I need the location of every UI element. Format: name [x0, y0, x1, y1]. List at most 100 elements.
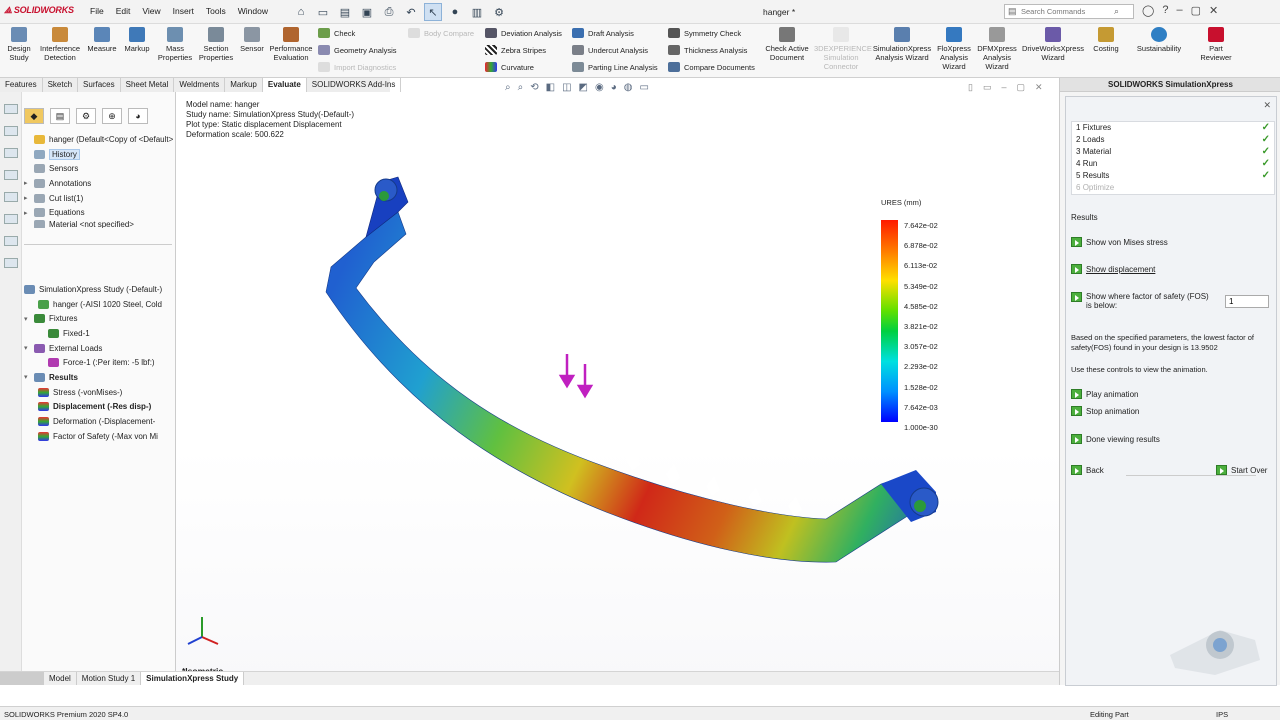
tree-item-stress[interactable]: Stress (-vonMises-) — [24, 385, 162, 400]
configuration-manager-tab-icon[interactable]: ⚙ — [76, 108, 96, 124]
tab-features[interactable]: Features — [0, 78, 43, 92]
tree-item-fixed-1[interactable]: Fixed-1 — [24, 326, 162, 341]
property-manager-tab-icon[interactable]: ▤ — [50, 108, 70, 124]
show-displacement-button[interactable]: Show displacement — [1071, 264, 1155, 274]
import-diagnostics-button[interactable]: Import Diagnostics — [318, 62, 396, 72]
tree-item-force-1[interactable]: Force-1 (:Per item: -5 lbf:) — [24, 355, 162, 370]
user-icon[interactable]: ◯ — [1142, 4, 1154, 17]
tab-simulationxpress-study[interactable]: SimulationXpress Study — [141, 672, 245, 685]
minimize-icon[interactable]: – — [1001, 82, 1006, 93]
tree-item-annotations[interactable]: ▸ Annotations — [24, 176, 173, 191]
maximize-icon[interactable]: ▢ — [1191, 4, 1201, 17]
collapse-arrow-icon[interactable]: ▾ — [24, 315, 34, 323]
section-properties-button[interactable]: Section Properties — [196, 27, 236, 62]
search-commands-input[interactable]: ▤ Search Commands ⌕ — [1004, 4, 1134, 19]
check-button[interactable]: Check — [318, 28, 355, 38]
solidworks-logo[interactable]: ⟁ SOLIDWORKS — [4, 5, 74, 16]
close-icon[interactable]: ✕ — [1209, 4, 1218, 17]
part-reviewer-button[interactable]: Part Reviewer — [1196, 27, 1236, 62]
3dexperience-connector-button[interactable]: 3DEXPERIENCE Simulation Connector — [814, 27, 872, 71]
driveworksxpress-button[interactable]: DriveWorksXpress Wizard — [1020, 27, 1086, 62]
tree-item-fixtures[interactable]: ▾ Fixtures — [24, 311, 162, 326]
panel-toggle-icon[interactable] — [4, 214, 18, 224]
tree-item-cut-list[interactable]: ▸ Cut list(1) — [24, 191, 173, 206]
panel-toggle-icon[interactable] — [4, 236, 18, 246]
search-scope-icon[interactable]: ▤ — [1008, 6, 1017, 17]
expand-arrow-icon[interactable]: ▸ — [24, 179, 34, 187]
tab-markup[interactable]: Markup — [225, 78, 263, 92]
home-icon[interactable]: ⌂ — [292, 3, 310, 21]
sustainability-button[interactable]: Sustainability — [1134, 27, 1184, 53]
new-document-icon[interactable]: ▭ — [314, 3, 332, 21]
minimize-icon[interactable]: – — [1176, 4, 1182, 17]
graphics-area[interactable]: Model name: hanger Study name: Simulatio… — [176, 92, 1059, 685]
parting-line-analysis-button[interactable]: Parting Line Analysis — [572, 62, 658, 72]
panel-toggle-icon[interactable] — [4, 170, 18, 180]
view-orientation-icon[interactable]: ◫ — [562, 82, 571, 93]
tree-item-results[interactable]: ▾ Results — [24, 370, 162, 385]
menu-file[interactable]: File — [90, 6, 104, 16]
apply-scene-icon[interactable]: ◍ — [624, 82, 633, 93]
start-over-button[interactable]: Start Over — [1216, 465, 1267, 475]
undo-icon[interactable]: ↶ — [402, 3, 420, 21]
search-icon[interactable]: ⌕ — [1114, 6, 1119, 17]
hide-show-icon[interactable]: ◉ — [595, 82, 604, 93]
tree-item-history[interactable]: History — [24, 147, 173, 162]
geometry-analysis-button[interactable]: Geometry Analysis — [318, 45, 397, 55]
menu-tools[interactable]: Tools — [206, 6, 226, 16]
menu-insert[interactable]: Insert — [173, 6, 194, 16]
panel-toggle-icon[interactable] — [4, 104, 18, 114]
units-text[interactable]: IPS — [1216, 710, 1228, 719]
panel-toggle-icon[interactable] — [4, 192, 18, 202]
panel-toggle-icon[interactable] — [4, 148, 18, 158]
thickness-analysis-button[interactable]: Thickness Analysis — [668, 45, 747, 55]
markup-button[interactable]: Markup — [121, 27, 153, 53]
tile-icon[interactable]: ▯ — [968, 82, 973, 93]
check-active-document-button[interactable]: Check Active Document — [762, 27, 812, 62]
collapse-arrow-icon[interactable]: ▾ — [24, 344, 34, 352]
tree-item-equations[interactable]: ▸ Equations — [24, 205, 173, 220]
performance-evaluation-button[interactable]: Performance Evaluation — [268, 27, 314, 62]
step-fixtures[interactable]: 1 Fixtures ✓ — [1072, 122, 1274, 134]
tab-weldments[interactable]: Weldments — [174, 78, 226, 92]
interference-detection-button[interactable]: Interference Detection — [38, 27, 82, 62]
dfmxpress-wizard-button[interactable]: DFMXpress Analysis Wizard — [975, 27, 1019, 71]
close-icon[interactable]: ✕ — [1263, 100, 1271, 111]
panel-splitter[interactable] — [24, 244, 172, 245]
help-icon[interactable]: ? — [1162, 4, 1168, 17]
undercut-analysis-button[interactable]: Undercut Analysis — [572, 45, 648, 55]
expand-arrow-icon[interactable]: ▸ — [24, 194, 34, 202]
display-manager-tab-icon[interactable]: ◕ — [128, 108, 148, 124]
step-material[interactable]: 3 Material ✓ — [1072, 146, 1274, 158]
tree-item-deformation[interactable]: Deformation (-Displacement- — [24, 414, 162, 429]
tab-scroll-control[interactable] — [0, 672, 44, 685]
done-viewing-results-button[interactable]: Done viewing results — [1071, 434, 1160, 444]
play-animation-button[interactable]: Play animation — [1071, 389, 1138, 399]
dimxpert-tab-icon[interactable]: ⊕ — [102, 108, 122, 124]
tab-surfaces[interactable]: Surfaces — [78, 78, 121, 92]
select-pointer-icon[interactable]: ↖ — [424, 3, 442, 21]
collapse-arrow-icon[interactable]: ▾ — [24, 373, 34, 381]
back-button[interactable]: Back — [1071, 465, 1104, 475]
panel-toggle-icon[interactable] — [4, 126, 18, 136]
maximize-icon[interactable]: ▢ — [1016, 82, 1025, 93]
compare-documents-button[interactable]: Compare Documents — [668, 62, 755, 72]
file-properties-icon[interactable]: ▥ — [468, 3, 486, 21]
hanger-part[interactable] — [325, 176, 939, 563]
body-compare-button[interactable]: Body Compare — [408, 28, 474, 38]
close-icon[interactable]: ✕ — [1035, 82, 1043, 93]
previous-view-icon[interactable]: ⟲ — [530, 82, 538, 93]
stop-animation-button[interactable]: Stop animation — [1071, 406, 1139, 416]
tab-sketch[interactable]: Sketch — [43, 78, 79, 92]
costing-button[interactable]: Costing — [1088, 27, 1124, 53]
tree-item-hanger-material[interactable]: hanger (-AISI 1020 Steel, Cold — [24, 297, 162, 312]
zebra-stripes-button[interactable]: Zebra Stripes — [485, 45, 546, 55]
tab-solidworks-addins[interactable]: SOLIDWORKS Add-Ins — [307, 78, 402, 92]
simulationxpress-wizard-button[interactable]: SimulationXpress Analysis Wizard — [870, 27, 934, 62]
step-run[interactable]: 4 Run ✓ — [1072, 158, 1274, 170]
measure-button[interactable]: Measure — [86, 27, 118, 53]
symmetry-check-button[interactable]: Symmetry Check — [668, 28, 741, 38]
floxpress-wizard-button[interactable]: FloXpress Analysis Wizard — [934, 27, 974, 71]
tab-sheet-metal[interactable]: Sheet Metal — [121, 78, 175, 92]
tab-motion-study-1[interactable]: Motion Study 1 — [77, 672, 142, 685]
